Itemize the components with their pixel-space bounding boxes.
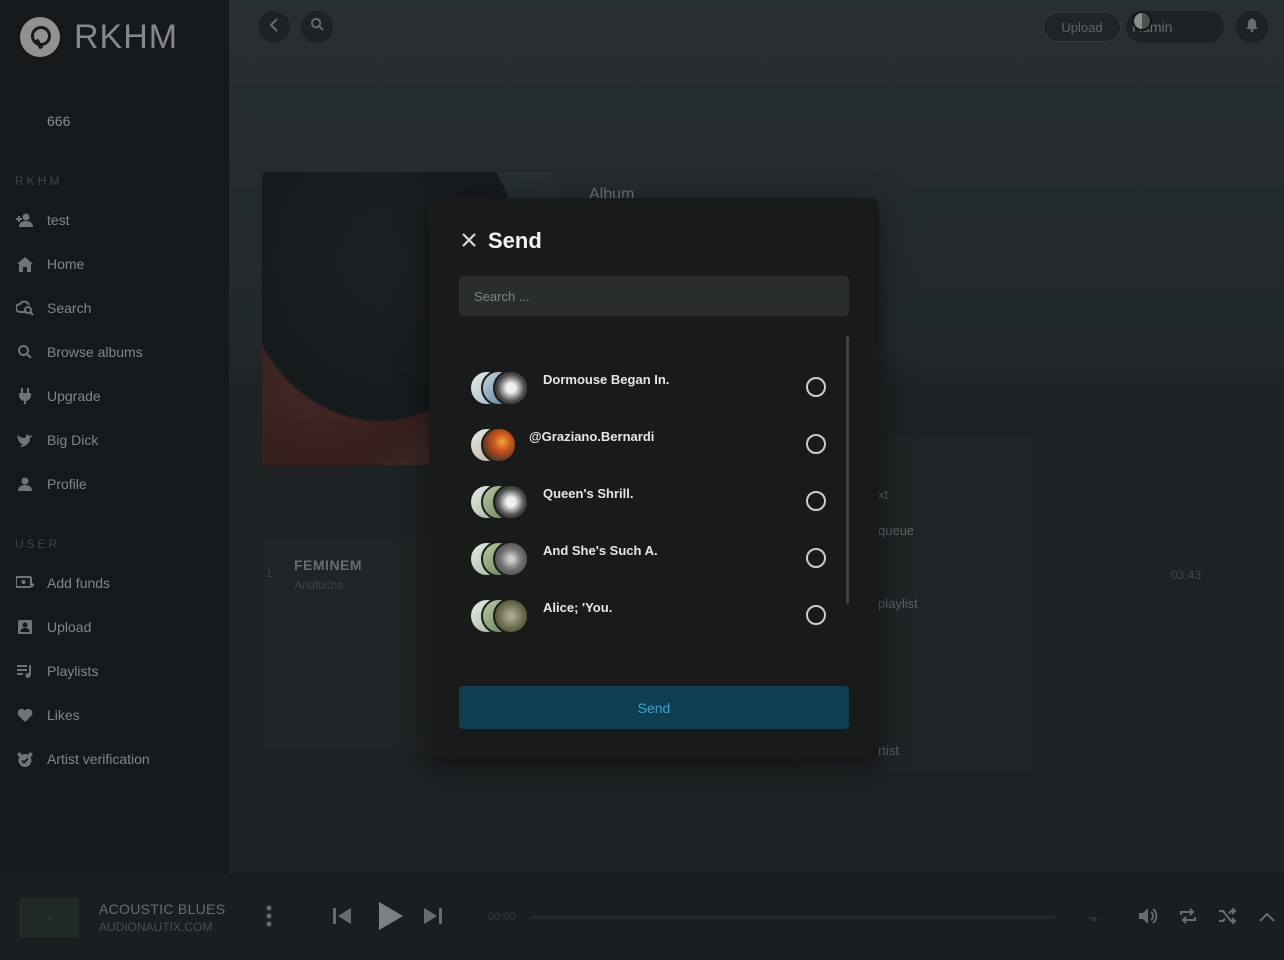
close-button[interactable] — [461, 231, 481, 251]
avatar — [493, 484, 529, 520]
close-icon — [461, 228, 477, 253]
recipient-search-input[interactable] — [459, 276, 849, 316]
select-radio[interactable] — [806, 434, 826, 454]
recipient-row[interactable]: And She's Such A. — [459, 527, 839, 584]
select-radio[interactable] — [806, 491, 826, 511]
send-modal: Send Dormouse Began In. @Graziano.Bernar… — [429, 198, 879, 758]
recipient-row[interactable]: Dormouse Began In. — [459, 356, 839, 413]
avatar-group — [469, 598, 539, 634]
avatar-group — [469, 541, 539, 577]
avatar — [493, 541, 529, 577]
recipient-row[interactable]: Queen's Shrill. — [459, 470, 839, 527]
recipient-list: Dormouse Began In. @Graziano.Bernardi Qu… — [459, 336, 849, 656]
recipient-name: Dormouse Began In. — [543, 372, 670, 387]
recipient-name: And She's Such A. — [543, 543, 658, 558]
recipient-list-scrollbar[interactable] — [846, 336, 849, 604]
avatar — [493, 598, 529, 634]
recipient-row[interactable] — [459, 641, 839, 656]
avatar-group — [469, 484, 539, 520]
select-radio[interactable] — [806, 605, 826, 625]
select-radio[interactable] — [806, 548, 826, 568]
avatar — [481, 427, 517, 463]
avatar — [493, 370, 529, 406]
recipient-name: @Graziano.Bernardi — [529, 429, 655, 444]
recipient-name: Alice; 'You. — [543, 600, 613, 615]
modal-title: Send — [488, 228, 542, 253]
select-radio[interactable] — [806, 377, 826, 397]
avatar-group — [469, 370, 539, 406]
avatar-group — [469, 655, 539, 656]
send-button[interactable]: Send — [459, 686, 849, 729]
recipient-row[interactable]: Alice; 'You. — [459, 584, 839, 641]
recipient-name: Queen's Shrill. — [543, 486, 634, 501]
recipient-row[interactable]: @Graziano.Bernardi — [459, 413, 839, 470]
